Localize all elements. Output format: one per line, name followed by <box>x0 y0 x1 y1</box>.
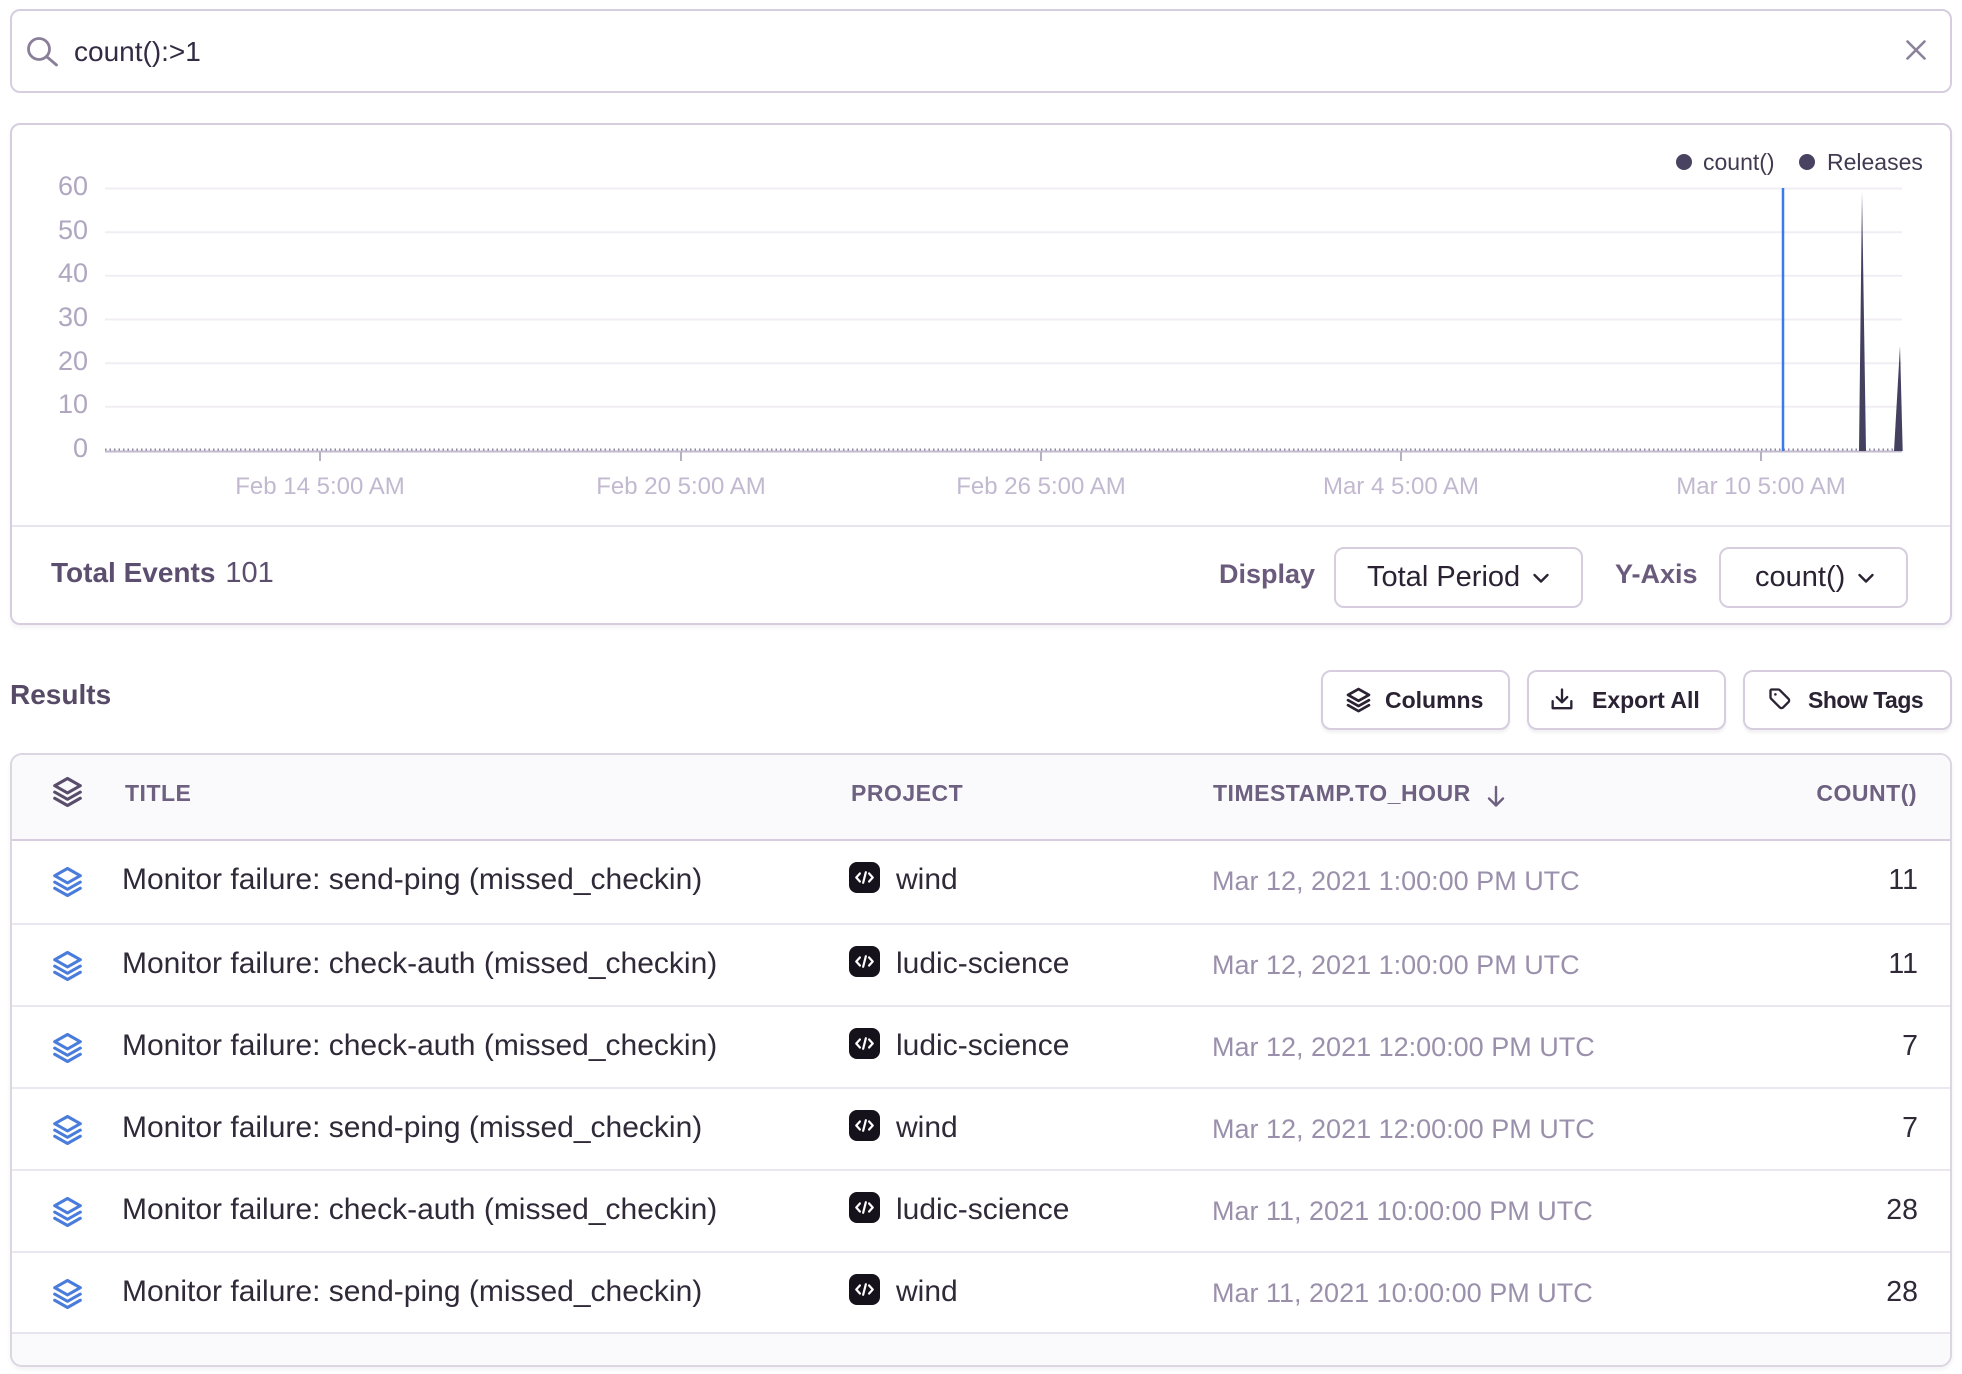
svg-text:count(): count() <box>1703 149 1775 175</box>
svg-text:Mar 10 5:00 AM: Mar 10 5:00 AM <box>1676 473 1845 500</box>
svg-text:20: 20 <box>58 346 88 376</box>
svg-text:Feb 20 5:00 AM: Feb 20 5:00 AM <box>596 473 765 500</box>
svg-text:0: 0 <box>73 433 88 463</box>
svg-text:Releases: Releases <box>1827 149 1923 175</box>
svg-text:50: 50 <box>58 215 88 245</box>
svg-text:Mar 4 5:00 AM: Mar 4 5:00 AM <box>1323 473 1479 500</box>
svg-text:60: 60 <box>58 171 88 201</box>
svg-text:30: 30 <box>58 302 88 332</box>
svg-text:40: 40 <box>58 258 88 288</box>
svg-text:Feb 14 5:00 AM: Feb 14 5:00 AM <box>235 473 404 500</box>
svg-text:10: 10 <box>58 389 88 419</box>
svg-text:Feb 26 5:00 AM: Feb 26 5:00 AM <box>956 473 1125 500</box>
